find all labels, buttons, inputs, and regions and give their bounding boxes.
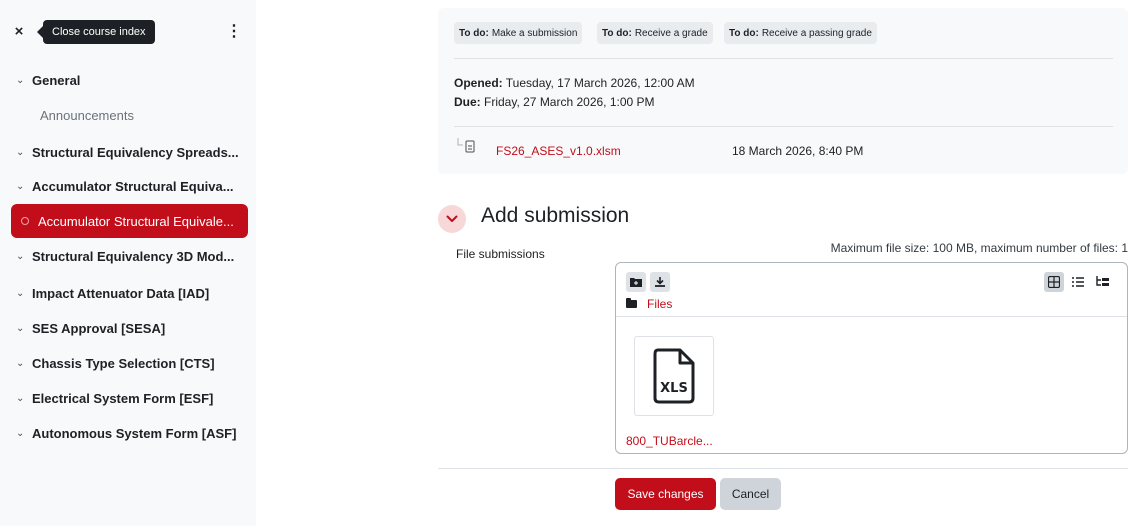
sidebar-item-label: Structural Equivalency 3D Mod... bbox=[32, 248, 235, 264]
chevron-down-icon: ⌄ bbox=[16, 74, 25, 86]
todo-text: Receive a grade bbox=[634, 27, 708, 39]
download-all-button[interactable] bbox=[650, 272, 670, 292]
breadcrumb-files-link[interactable]: Files bbox=[647, 297, 672, 311]
view-tree-button[interactable] bbox=[1092, 272, 1112, 292]
sidebar-item-label: Structural Equivalency Spreads... bbox=[32, 144, 239, 160]
sidebar-item-label: General bbox=[32, 72, 81, 88]
uploaded-file-name[interactable]: 800_TUBarcle... bbox=[626, 434, 713, 448]
sidebar-item-ses-approval[interactable]: ⌄ SES Approval [SESA] bbox=[16, 315, 248, 341]
sidebar-item-structural-equivalency-spreadsheet[interactable]: ⌄ Structural Equivalency Spreads... bbox=[16, 139, 248, 165]
grid-view-icon bbox=[1048, 276, 1060, 288]
sidebar-item-label: Accumulator Structural Equiva... bbox=[32, 178, 234, 194]
xls-file-icon: XLS bbox=[653, 348, 695, 404]
due-date: Due: Friday, 27 March 2026, 1:00 PM bbox=[454, 95, 655, 109]
todo-text: Receive a passing grade bbox=[761, 27, 872, 39]
file-manager: Files XLS 800_TUBarcle... bbox=[615, 262, 1128, 454]
save-changes-button[interactable]: Save changes bbox=[615, 478, 716, 510]
chevron-down-icon: ⌄ bbox=[16, 146, 25, 158]
sidebar-item-label: Impact Attenuator Data [IAD] bbox=[32, 285, 210, 301]
file-type-text: XLS bbox=[660, 381, 688, 396]
add-file-button[interactable] bbox=[626, 272, 646, 292]
sidebar-item-impact-attenuator-data[interactable]: ⌄ Impact Attenuator Data [IAD] bbox=[16, 280, 248, 306]
todo-prefix: To do: bbox=[602, 27, 632, 39]
divider bbox=[454, 126, 1113, 127]
sidebar-item-active-activity[interactable]: Accumulator Structural Equivale... bbox=[11, 204, 248, 238]
sidebar-item-electrical-system-form[interactable]: ⌄ Electrical System Form [ESF] bbox=[16, 385, 248, 411]
more-options-icon[interactable]: ⋮ bbox=[226, 20, 242, 42]
add-submission-heading: Add submission bbox=[481, 204, 630, 227]
attachment-date: 18 March 2026, 8:40 PM bbox=[732, 144, 864, 158]
close-course-index-tooltip: Close course index bbox=[37, 20, 155, 44]
sidebar-item-autonomous-system-form[interactable]: ⌄ Autonomous System Form [ASF] bbox=[16, 420, 248, 446]
attachment-file-link[interactable]: FS26_ASES_v1.0.xlsm bbox=[496, 144, 621, 158]
sidebar-item-chassis-type-selection[interactable]: ⌄ Chassis Type Selection [CTS] bbox=[16, 350, 248, 376]
download-icon bbox=[655, 277, 665, 287]
sidebar-item-structural-equivalency-3d-model[interactable]: ⌄ Structural Equivalency 3D Mod... bbox=[16, 243, 248, 269]
todo-prefix: To do: bbox=[729, 27, 759, 39]
folder-icon bbox=[626, 298, 637, 308]
close-icon[interactable]: × bbox=[8, 20, 30, 42]
todo-prefix: To do: bbox=[459, 27, 489, 39]
chevron-down-icon: ⌄ bbox=[16, 250, 25, 262]
todo-badge-receive-passing-grade: To do: Receive a passing grade bbox=[724, 22, 877, 44]
file-limits-text: Maximum file size: 100 MB, maximum numbe… bbox=[830, 241, 1128, 255]
chevron-down-icon: ⌄ bbox=[16, 322, 25, 334]
divider bbox=[438, 468, 1128, 469]
chevron-down-icon: ⌄ bbox=[16, 392, 25, 404]
divider bbox=[454, 58, 1113, 59]
todo-text: Make a submission bbox=[491, 27, 578, 39]
file-attachment-icon bbox=[457, 138, 475, 153]
chevron-down-icon bbox=[446, 215, 458, 222]
chevron-down-icon: ⌄ bbox=[16, 357, 25, 369]
file-submissions-label: File submissions bbox=[456, 247, 545, 261]
due-label: Due: bbox=[454, 95, 481, 109]
file-tile[interactable]: XLS bbox=[634, 336, 714, 416]
tree-view-icon bbox=[1095, 276, 1109, 286]
sidebar-item-label: Chassis Type Selection [CTS] bbox=[32, 355, 215, 371]
collapse-section-button[interactable] bbox=[438, 205, 466, 233]
sidebar-item-general[interactable]: ⌄ General bbox=[16, 67, 248, 93]
sidebar-item-accumulator-structural-equivalency[interactable]: ⌄ Accumulator Structural Equiva... bbox=[16, 173, 248, 199]
chevron-down-icon: ⌄ bbox=[16, 287, 25, 299]
folder-add-icon bbox=[630, 278, 642, 287]
sidebar-item-label: Electrical System Form [ESF] bbox=[32, 390, 214, 406]
view-icons-button[interactable] bbox=[1044, 272, 1064, 292]
breadcrumb: Files bbox=[626, 297, 672, 311]
activity-circle-icon bbox=[21, 217, 29, 225]
divider bbox=[616, 316, 1127, 317]
opened-date: Opened: Tuesday, 17 March 2026, 12:00 AM bbox=[454, 76, 695, 90]
due-value: Friday, 27 March 2026, 1:00 PM bbox=[484, 95, 655, 109]
view-list-button[interactable] bbox=[1068, 272, 1088, 292]
todo-badge-receive-grade: To do: Receive a grade bbox=[597, 22, 713, 44]
sidebar-item-label: SES Approval [SESA] bbox=[32, 320, 166, 336]
course-index-drawer: × Close course index ⋮ ⌄ General Announc… bbox=[0, 0, 256, 526]
sidebar-item-label: Autonomous System Form [ASF] bbox=[32, 425, 237, 441]
list-view-icon bbox=[1072, 277, 1084, 287]
sidebar-item-announcements[interactable]: Announcements bbox=[40, 102, 134, 128]
opened-value: Tuesday, 17 March 2026, 12:00 AM bbox=[505, 76, 695, 90]
sidebar-item-label: Accumulator Structural Equivale... bbox=[38, 213, 234, 229]
chevron-down-icon: ⌄ bbox=[16, 427, 25, 439]
chevron-down-icon: ⌄ bbox=[16, 180, 25, 192]
todo-badge-make-submission: To do: Make a submission bbox=[454, 22, 583, 44]
cancel-button[interactable]: Cancel bbox=[720, 478, 781, 510]
opened-label: Opened: bbox=[454, 76, 503, 90]
